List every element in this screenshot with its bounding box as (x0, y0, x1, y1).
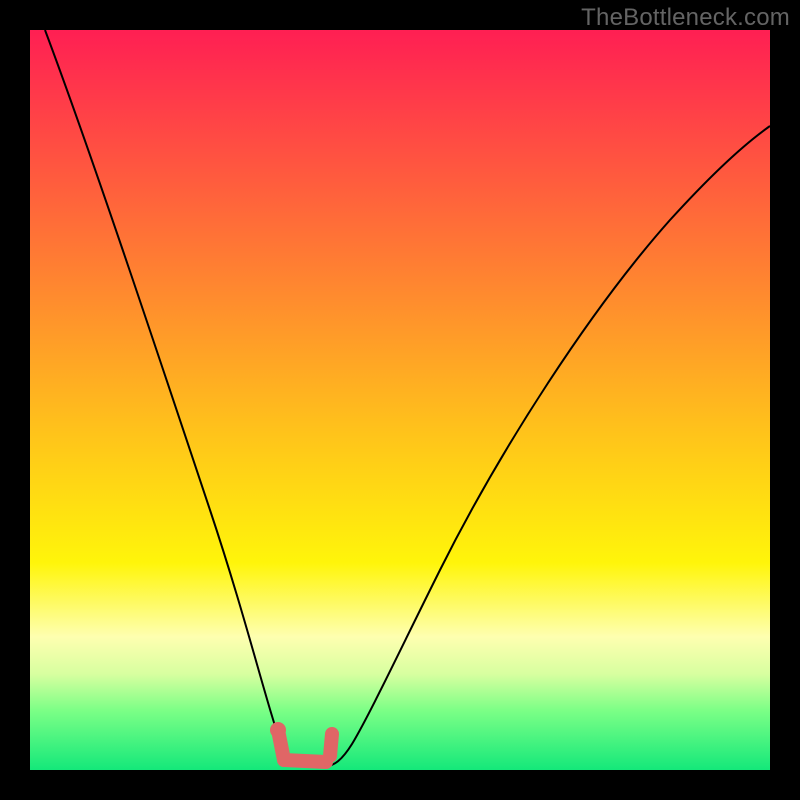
bottleneck-curve (30, 30, 770, 770)
chart-frame: TheBottleneck.com (0, 0, 800, 800)
optimal-marker-right (330, 734, 332, 756)
curve-path (45, 30, 770, 766)
watermark-text: TheBottleneck.com (581, 4, 790, 32)
plot-area (30, 30, 770, 770)
optimal-marker-bottom (284, 760, 326, 762)
